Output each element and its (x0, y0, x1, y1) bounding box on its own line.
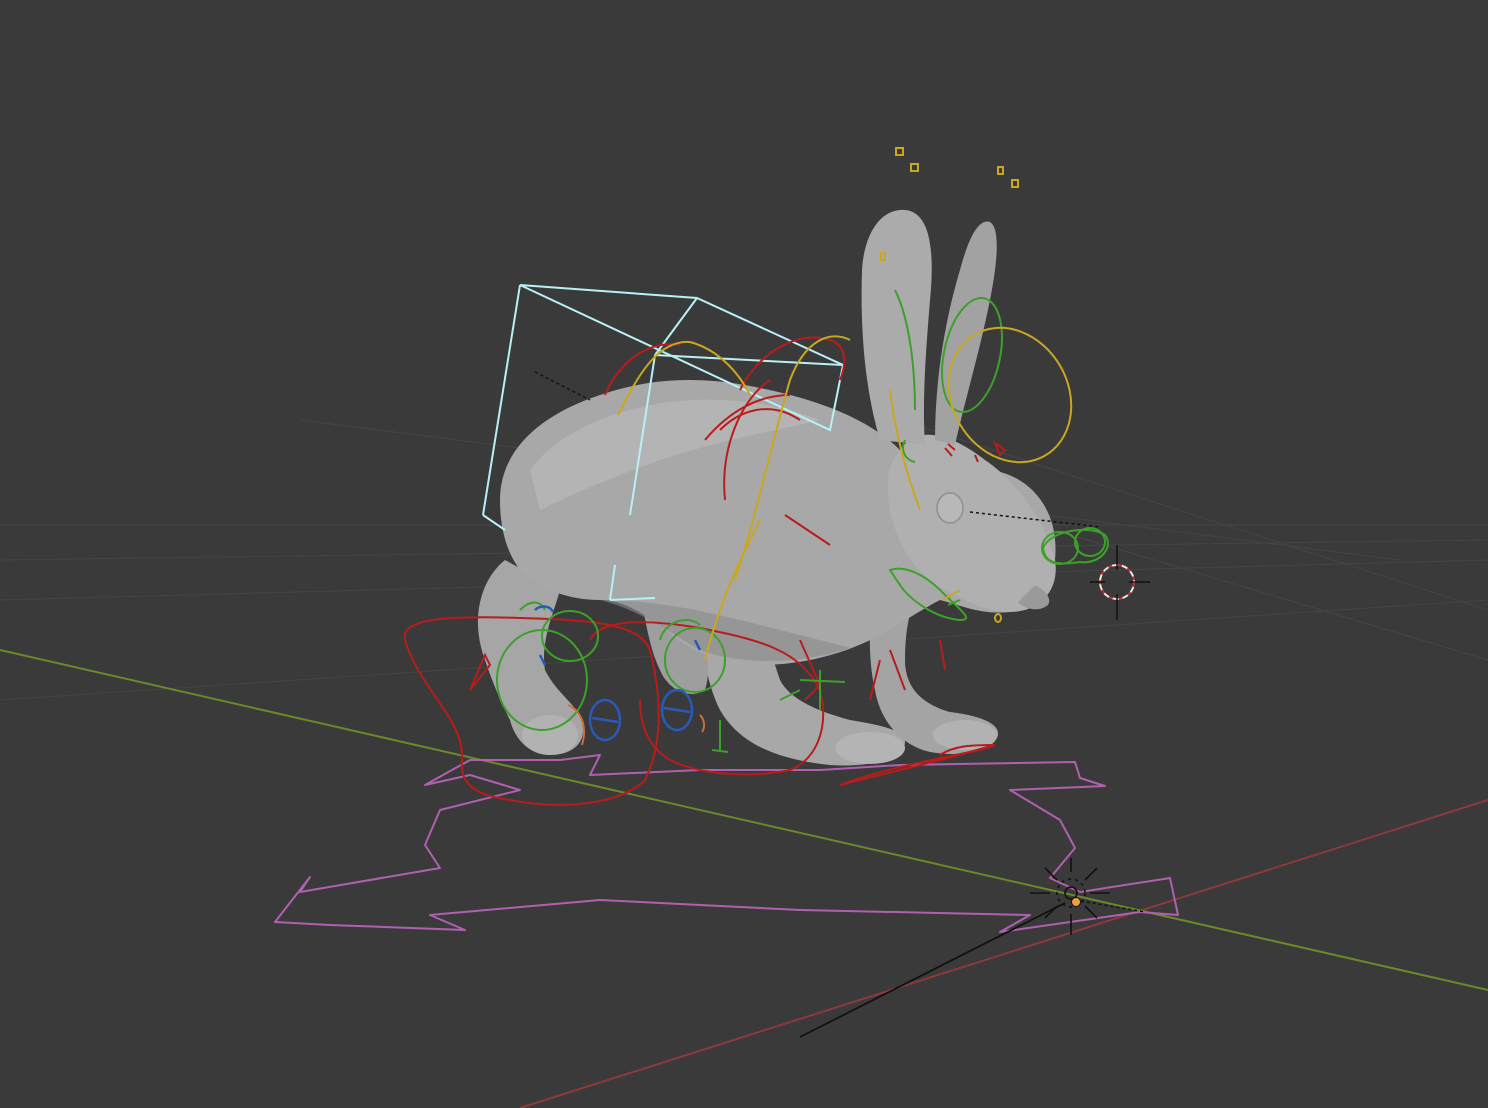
rear-foot (522, 715, 578, 755)
rabbit-eye (936, 492, 964, 524)
3d-viewport[interactable] (0, 0, 1488, 1108)
front-foot-left (835, 732, 905, 764)
light-origin-dot (1071, 897, 1081, 907)
